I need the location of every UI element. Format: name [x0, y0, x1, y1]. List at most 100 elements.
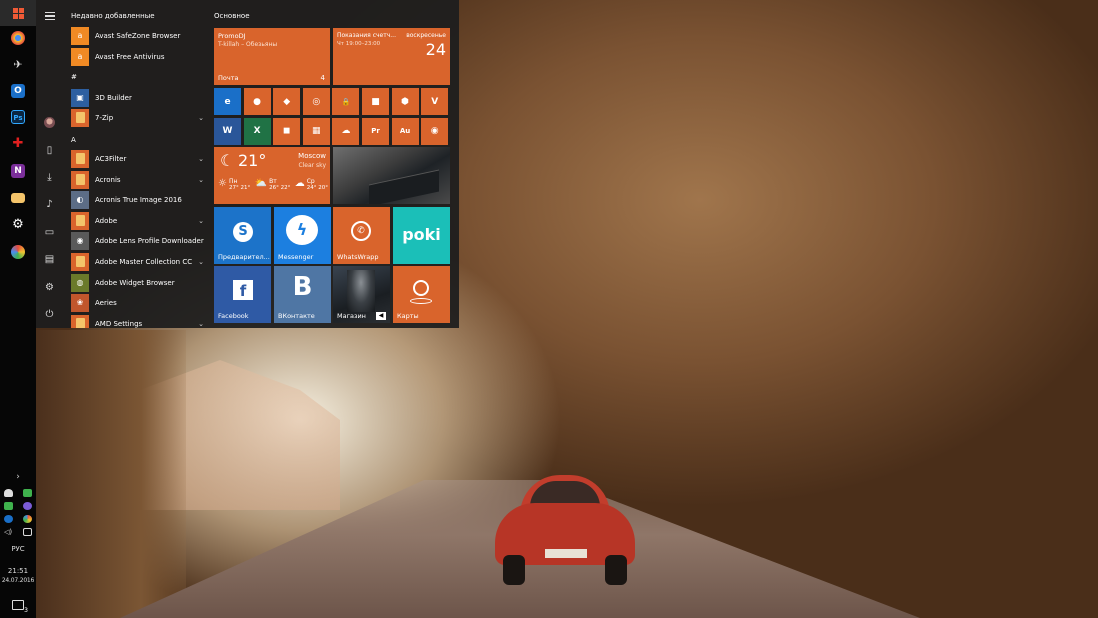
small-tile-app-cube[interactable]: ■	[362, 88, 389, 115]
small-tile-shield-green[interactable]: ⬢	[391, 88, 419, 115]
chevron-down-icon: ⌄	[198, 175, 204, 184]
taskbar-onenote[interactable]: N	[0, 158, 36, 184]
taskbar-app-bird[interactable]: ✈	[0, 52, 36, 78]
tile-mail[interactable]: PromoDJ T-killah – Обезьяны Почта 4	[214, 28, 330, 85]
action-center-button[interactable]: 3	[0, 592, 36, 618]
small-tile-audition[interactable]: Au	[391, 117, 419, 145]
pictures-icon: ▭	[44, 226, 55, 238]
tray-app-icon[interactable]	[4, 502, 13, 510]
taskbar-file-explorer[interactable]	[0, 185, 36, 211]
small-tile-calculator[interactable]: ▦	[302, 117, 330, 145]
chrome-icon	[11, 31, 25, 45]
arrow-v-icon: V	[431, 96, 439, 107]
bird-icon: ✈	[13, 58, 23, 71]
forecast-day-name: Ср	[306, 178, 315, 185]
phone-icon: ✆	[351, 221, 371, 241]
folder-icon	[71, 170, 89, 189]
network-button[interactable]: ▤	[36, 249, 63, 269]
small-tile-paint3d[interactable]: ◼	[273, 117, 301, 145]
group-heading-a[interactable]: A	[71, 136, 76, 144]
taskbar-app-red[interactable]: ✚	[0, 131, 36, 157]
small-tile-firefox[interactable]: ●	[243, 88, 271, 115]
small-tile-chrome[interactable]: ◉	[421, 117, 449, 145]
start-rail: ▯ ⤓ ♪ ▭ ▤ ⚙ ⏻	[36, 0, 63, 328]
small-tile-onedrive[interactable]: ☁	[332, 117, 360, 145]
user-account-button[interactable]	[36, 112, 63, 132]
volume-icon[interactable]: ◁)	[4, 528, 13, 536]
tile-poki[interactable]: poki	[393, 207, 450, 264]
small-tile-excel[interactable]: X	[243, 117, 271, 145]
shield-green-icon: ⬢	[401, 96, 410, 107]
list-item[interactable]: a Avast SafeZone Browser	[71, 26, 205, 45]
pictures-button[interactable]: ▭	[36, 222, 63, 242]
list-item[interactable]: ◉ Adobe Lens Profile Downloader	[71, 231, 205, 250]
tray-green-icon[interactable]	[23, 489, 32, 497]
small-tile-app-blue-circle[interactable]: ◎	[302, 88, 330, 115]
list-item[interactable]: ◍ Adobe Widget Browser	[71, 273, 205, 292]
taskbar-settings[interactable]: ⚙	[0, 212, 36, 238]
small-tile-vpn-lock[interactable]: 🔒	[332, 88, 360, 115]
store-game-artwork	[347, 270, 375, 312]
start-menu: ▯ ⤓ ♪ ▭ ▤ ⚙ ⏻ Недавно добавленные a Avas…	[36, 0, 459, 328]
taskbar-outlook[interactable]: O	[0, 78, 36, 104]
list-item[interactable]: ▣ 3D Builder	[71, 88, 205, 107]
music-icon: ♪	[46, 198, 53, 210]
list-item[interactable]: Adobe Master Collection CC ⌄	[71, 252, 205, 271]
tile-weather[interactable]: ☾ 21° Moscow Clear sky ☼ Пн 27° 21° ⛅ Вт 2…	[214, 147, 330, 204]
tile-facebook[interactable]: f Facebook	[214, 266, 271, 323]
network-icon[interactable]	[23, 528, 32, 536]
tile-skype[interactable]: S Предварител...	[214, 207, 271, 264]
clock-time[interactable]: 21:51	[0, 567, 36, 575]
tile-messenger[interactable]: ϟ Messenger	[274, 207, 331, 264]
app-label: Adobe Master Collection CC	[95, 257, 193, 266]
list-item[interactable]: Acronis ⌄	[71, 170, 205, 189]
small-tile-word[interactable]: W	[214, 117, 241, 145]
small-tile-edge[interactable]: e	[214, 88, 241, 115]
list-item[interactable]: 7-Zip ⌄	[71, 108, 205, 127]
settings-button[interactable]: ⚙	[36, 277, 63, 297]
small-tile-app-red[interactable]: ◆	[273, 88, 301, 115]
documents-button[interactable]: ▯	[36, 140, 63, 160]
tray-chrome-icon[interactable]	[23, 515, 32, 523]
downloads-button[interactable]: ⤓	[36, 167, 63, 187]
viber-tray-icon[interactable]	[23, 502, 32, 510]
tile-calendar[interactable]: Показания счетч... Чт 19:00–23:00 воскре…	[333, 28, 450, 85]
taskbar-chrome[interactable]	[0, 25, 36, 51]
list-item[interactable]: AMD Settings ⌄	[71, 314, 205, 328]
tile-vk[interactable]: B ВКонтакте	[274, 266, 331, 323]
small-tile-arrow-v[interactable]: V	[421, 88, 449, 115]
tile-label: Facebook	[218, 312, 249, 320]
taskbar-photoshop[interactable]: Ps	[0, 104, 36, 130]
tile-whatswrapp[interactable]: ✆ WhatsWrapp	[333, 207, 390, 264]
3d-builder-icon: ▣	[71, 88, 89, 107]
power-button[interactable]: ⏻	[36, 304, 63, 324]
onedrive-tray-icon[interactable]	[4, 489, 13, 497]
app-list[interactable]: Недавно добавленные a Avast SafeZone Bro…	[63, 0, 211, 328]
app-label: Acronis	[95, 175, 121, 184]
tile-store[interactable]: Магазин ◀	[333, 266, 390, 323]
start-button[interactable]	[0, 0, 36, 26]
small-tile-premiere[interactable]: Pr	[362, 117, 389, 145]
forecast-day-temps: 26° 22°	[269, 185, 291, 191]
group-heading-hash[interactable]: #	[71, 73, 77, 81]
tray-expand-icon[interactable]: ›	[0, 472, 36, 482]
tray-blue-icon[interactable]	[4, 515, 13, 523]
list-item[interactable]: Adobe ⌄	[71, 211, 205, 230]
list-item[interactable]: ◐ Acronis True Image 2016	[71, 190, 205, 209]
tile-photos[interactable]	[333, 147, 450, 204]
clock-date[interactable]: 24.07.2016	[0, 577, 36, 584]
network-drive-icon: ▤	[44, 253, 55, 265]
expand-menu-button[interactable]	[36, 6, 63, 26]
premiere-icon: Pr	[371, 127, 380, 135]
music-button[interactable]: ♪	[36, 194, 63, 214]
tile-maps[interactable]: Карты	[393, 266, 450, 323]
tiles-group-heading[interactable]: Основное	[214, 12, 250, 20]
sun-icon: ☼	[218, 178, 227, 189]
app-label: 3D Builder	[95, 93, 132, 102]
list-item[interactable]: a Avast Free Antivirus	[71, 47, 205, 66]
taskbar-app-colorful[interactable]	[0, 239, 36, 265]
notification-icon: 3	[12, 600, 28, 614]
language-indicator[interactable]: РУС	[0, 545, 36, 553]
list-item[interactable]: ❀ Aeries	[71, 293, 205, 312]
list-item[interactable]: AC3Filter ⌄	[71, 149, 205, 168]
